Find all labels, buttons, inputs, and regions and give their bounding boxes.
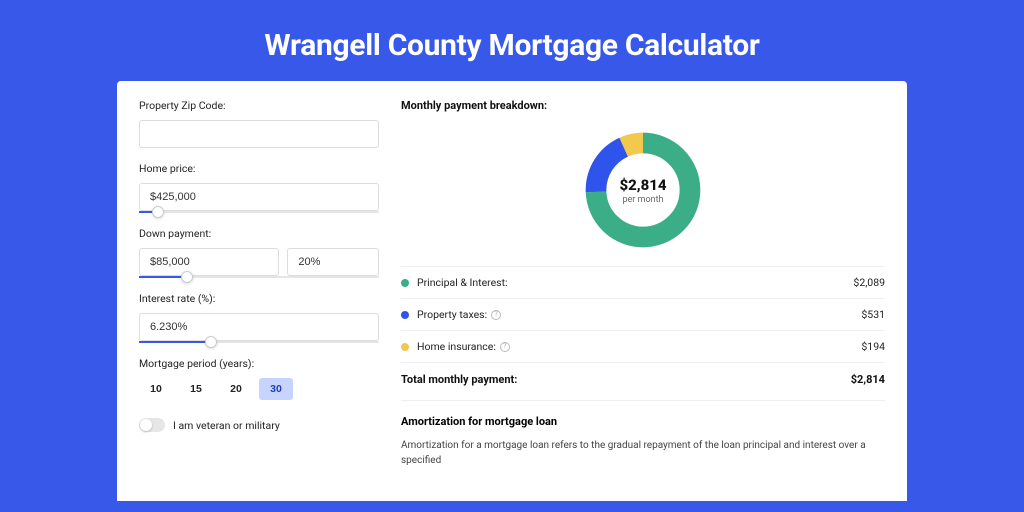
legend-row: Principal & Interest:$2,089: [401, 267, 885, 299]
amortization-text: Amortization for a mortgage loan refers …: [401, 438, 885, 468]
legend-dot: [401, 343, 409, 351]
price-input[interactable]: [139, 183, 379, 211]
legend-label: Property taxes:?: [417, 308, 861, 321]
zip-label: Property Zip Code:: [139, 99, 379, 112]
total-value: $2,814: [851, 373, 885, 386]
down-amount-input[interactable]: [139, 248, 279, 276]
amortization-title: Amortization for mortgage loan: [401, 415, 885, 428]
legend-dot: [401, 279, 409, 287]
donut-sub: per month: [622, 195, 663, 205]
down-label: Down payment:: [139, 227, 379, 240]
period-btn-20[interactable]: 20: [219, 378, 253, 400]
page-title: Wrangell County Mortgage Calculator: [0, 28, 1024, 63]
legend-value: $531: [861, 308, 885, 321]
period-btn-30[interactable]: 30: [259, 378, 293, 400]
legend-label: Principal & Interest:: [417, 276, 853, 289]
period-btn-10[interactable]: 10: [139, 378, 173, 400]
period-label: Mortgage period (years):: [139, 357, 379, 370]
rate-label: Interest rate (%):: [139, 292, 379, 305]
calculator-card: Property Zip Code: Home price: Down paym…: [117, 81, 907, 501]
breakdown-panel: Monthly payment breakdown: $2,814 per mo…: [401, 99, 885, 501]
breakdown-title: Monthly payment breakdown:: [401, 99, 885, 112]
info-icon[interactable]: ?: [500, 342, 510, 352]
amortization-section: Amortization for mortgage loan Amortizat…: [401, 400, 885, 468]
legend-label: Home insurance:?: [417, 340, 861, 353]
legend-value: $194: [861, 340, 885, 353]
legend-row: Home insurance:?$194: [401, 331, 885, 363]
donut-value: $2,814: [619, 176, 666, 194]
period-btn-15[interactable]: 15: [179, 378, 213, 400]
info-icon[interactable]: ?: [491, 310, 501, 320]
total-label: Total monthly payment:: [401, 373, 851, 386]
veteran-label: I am veteran or military: [173, 419, 280, 432]
rate-slider[interactable]: [139, 341, 379, 343]
price-slider[interactable]: [139, 211, 379, 213]
rate-input[interactable]: [139, 313, 379, 341]
veteran-toggle[interactable]: [139, 418, 165, 432]
legend-value: $2,089: [853, 276, 885, 289]
down-pct-input[interactable]: [287, 248, 379, 276]
price-label: Home price:: [139, 162, 379, 175]
legend-row: Property taxes:?$531: [401, 299, 885, 331]
zip-input[interactable]: [139, 120, 379, 148]
payment-donut-chart: $2,814 per month: [581, 128, 705, 252]
legend-dot: [401, 311, 409, 319]
down-slider[interactable]: [139, 276, 379, 278]
input-panel: Property Zip Code: Home price: Down paym…: [139, 99, 379, 501]
